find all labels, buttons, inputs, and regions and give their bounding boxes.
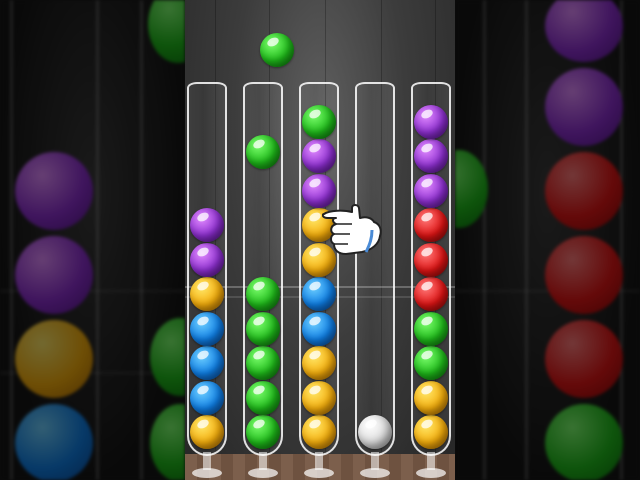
- ball-purple: [414, 173, 448, 208]
- ball-blue: [190, 311, 224, 346]
- ball-purple: [414, 139, 448, 173]
- ball-green: [246, 415, 280, 449]
- tube-stand: [416, 452, 446, 480]
- ball-red: [414, 208, 448, 242]
- ball-green: [246, 277, 280, 311]
- ball-orange: [190, 415, 224, 449]
- ball-blue: [302, 277, 336, 311]
- ball-green: [414, 346, 448, 380]
- ball-purple: [190, 242, 224, 277]
- blurred-background-right: [455, 0, 640, 480]
- pointing-hand-icon: [322, 204, 382, 255]
- ball-purple: [302, 139, 336, 173]
- ball-orange: [302, 346, 336, 380]
- ball-green: [414, 311, 448, 346]
- ball-purple: [414, 104, 448, 139]
- ball-green: [246, 311, 280, 346]
- ball-orange: [302, 415, 336, 449]
- ball-orange: [414, 415, 448, 449]
- tube-stand: [192, 452, 222, 480]
- tube-stand: [304, 452, 334, 480]
- tube-stand: [248, 452, 278, 480]
- ball-blue: [302, 311, 336, 346]
- ball-orange: [190, 277, 224, 311]
- ball-purple: [190, 208, 224, 242]
- floating-ball: [260, 33, 294, 67]
- blurred-background-left: [0, 0, 185, 480]
- ball-orange: [302, 380, 336, 415]
- tube-stand: [360, 452, 390, 480]
- ball-white: [358, 415, 392, 449]
- ball-red: [414, 277, 448, 311]
- ball-blue: [190, 380, 224, 415]
- lifted-ball-green: [246, 135, 280, 169]
- ball-green: [246, 380, 280, 415]
- ball-orange: [414, 380, 448, 415]
- ball-red: [414, 242, 448, 277]
- ball-blue: [190, 346, 224, 380]
- tube-4[interactable]: [355, 82, 395, 456]
- ball-green: [302, 104, 336, 139]
- ball-green: [246, 346, 280, 380]
